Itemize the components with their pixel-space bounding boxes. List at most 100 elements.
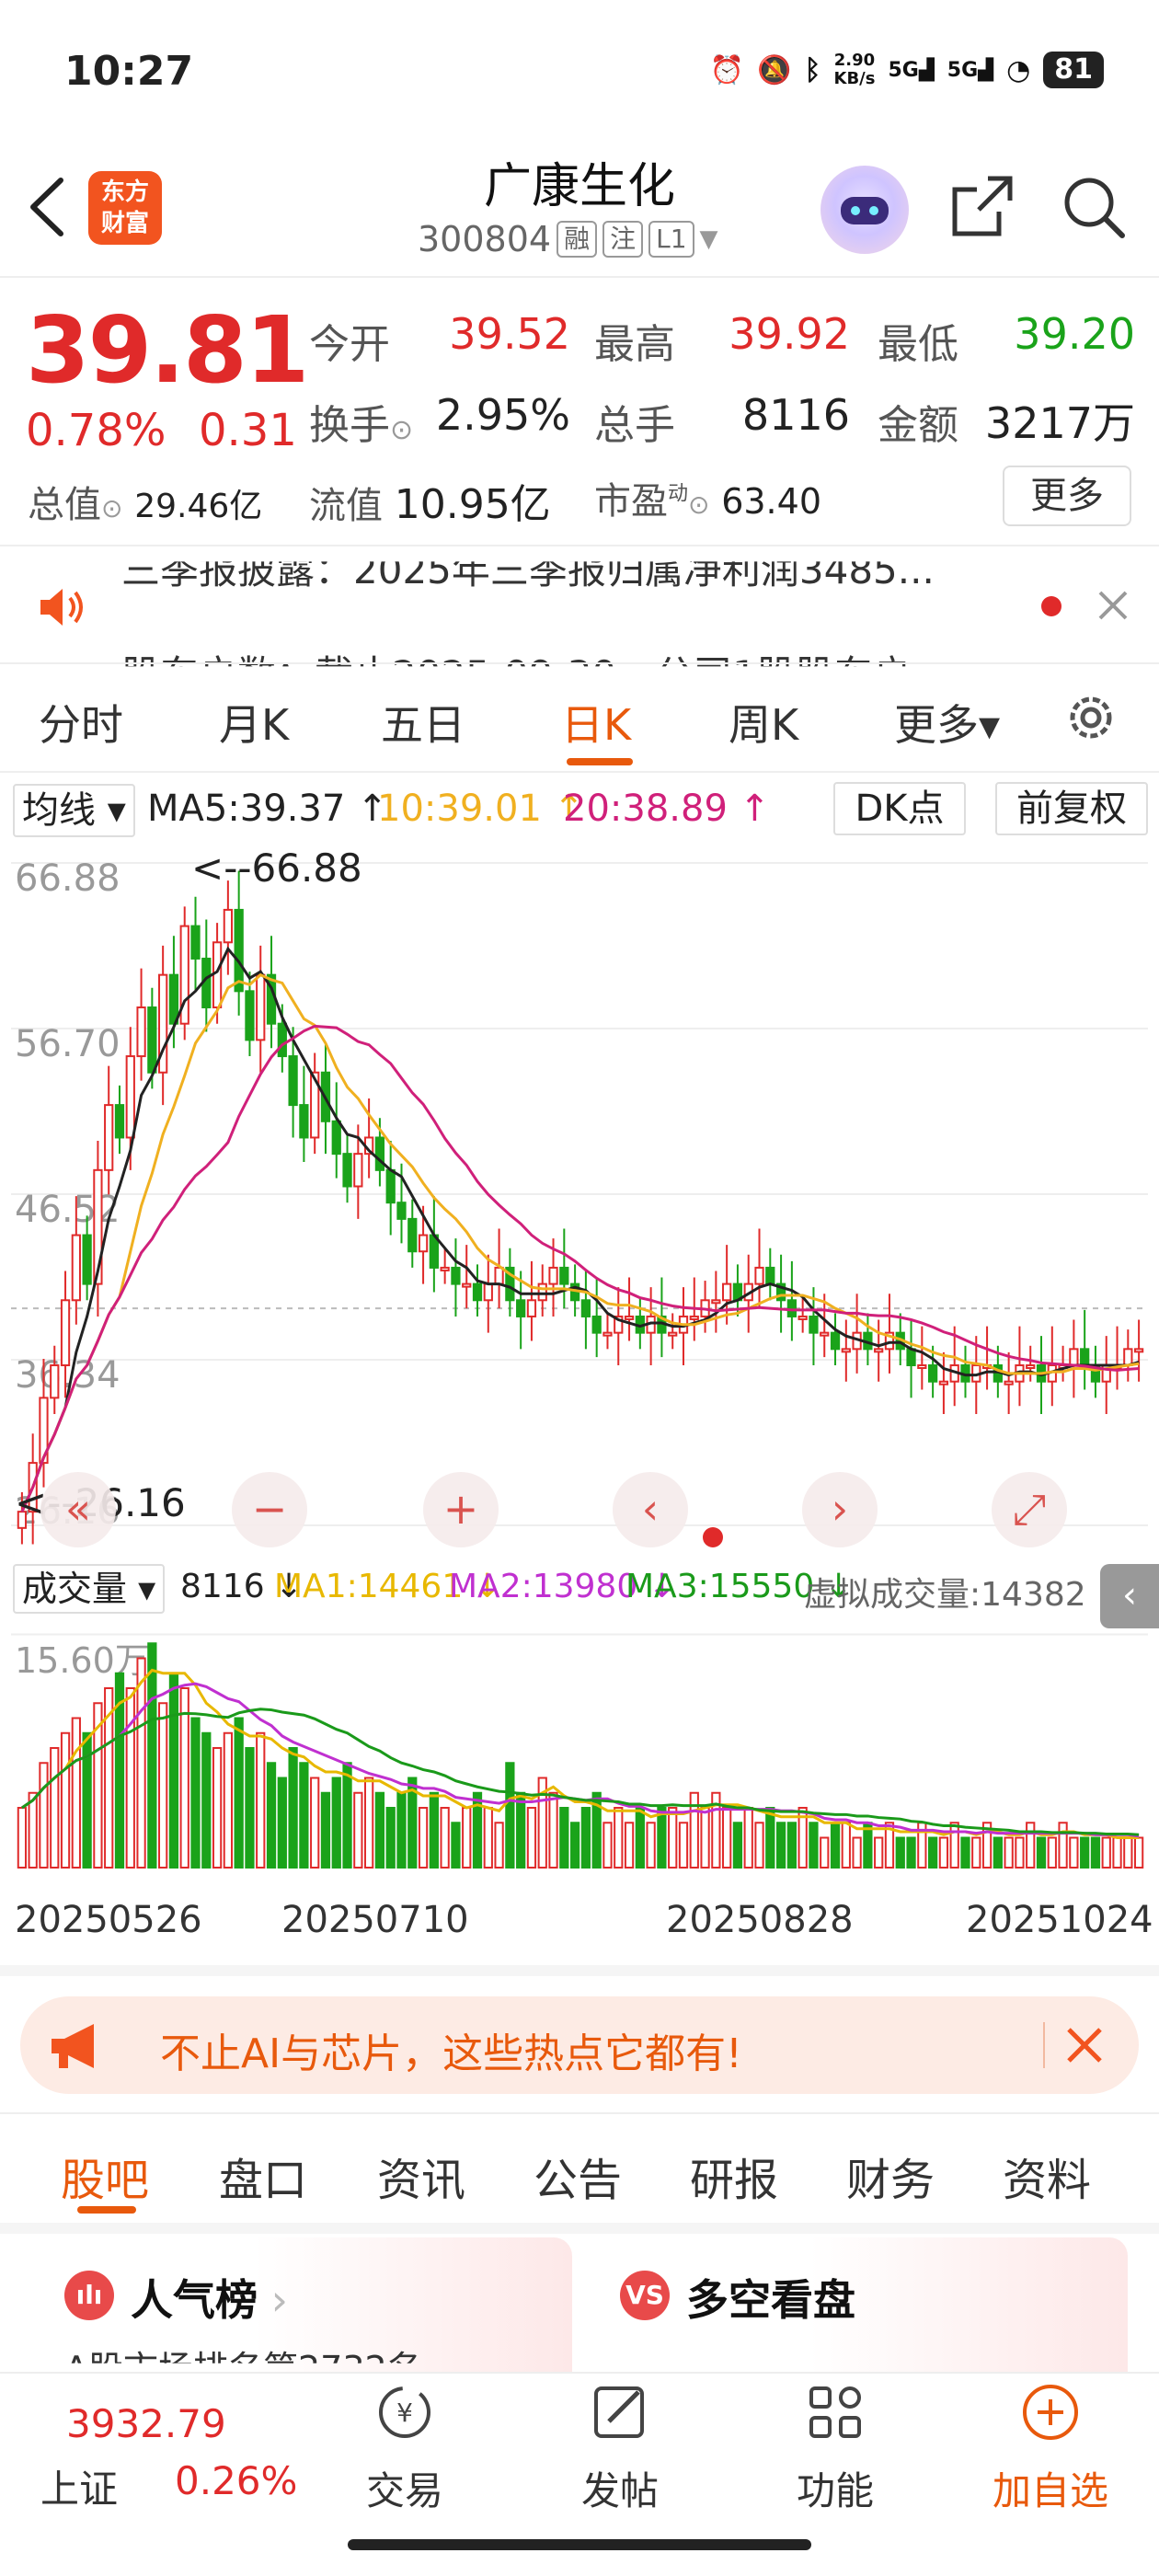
volume-bar	[190, 1717, 201, 1869]
volume-indicator-select[interactable]: 成交量 ▾	[13, 1564, 166, 1614]
volume-bar	[646, 1822, 656, 1869]
scroll-left-fast-button[interactable]: «	[40, 1472, 116, 1547]
tab-daily[interactable]: 日K	[561, 692, 631, 753]
gear-icon[interactable]	[1061, 688, 1120, 747]
candle-body	[1069, 1348, 1079, 1367]
index-percent[interactable]: 0.26%	[175, 2458, 297, 2503]
scroll-right-button[interactable]: ›	[802, 1472, 878, 1547]
adjust-select[interactable]: 前复权	[995, 782, 1148, 835]
dk-point-button[interactable]: DK点	[833, 782, 966, 835]
candle-body	[580, 1299, 591, 1317]
close-ticker-icon[interactable]	[1091, 583, 1135, 627]
bull-bear-card[interactable]	[596, 2237, 1128, 2394]
y-tick-label: 56.70	[15, 1023, 120, 1065]
zoom-in-button[interactable]: +	[423, 1472, 499, 1547]
indicator-select[interactable]: 均线 ▾	[13, 784, 135, 837]
tab-research[interactable]: 研报	[690, 2144, 778, 2208]
tab-more[interactable]: 更多▾	[894, 692, 1000, 753]
search-icon[interactable]	[1058, 171, 1128, 241]
volume-chart[interactable]: 15.60万	[11, 1619, 1148, 1886]
scroll-left-button[interactable]: ‹	[613, 1472, 688, 1547]
candle-body	[786, 1299, 798, 1317]
volume-bar	[689, 1791, 699, 1869]
tab-announcements[interactable]: 公告	[534, 2144, 622, 2208]
change-percent: 0.78%	[26, 405, 166, 456]
signal-icon-2: 5G▟	[947, 58, 994, 82]
bottom-tab-underline	[77, 2206, 136, 2214]
tab-five-day[interactable]: 五日	[381, 692, 465, 753]
close-banner-icon[interactable]	[1063, 2024, 1106, 2066]
tab-intraday[interactable]: 分时	[39, 692, 123, 753]
volume-ma1-line	[21, 1668, 1140, 1839]
candle-body	[830, 1331, 841, 1351]
volume-bar	[288, 1747, 298, 1869]
candle-body	[190, 925, 201, 960]
tab-finance[interactable]: 财务	[846, 2144, 935, 2208]
home-indicator	[348, 2539, 811, 2550]
volume-bar	[949, 1822, 959, 1869]
popularity-card[interactable]	[40, 2237, 572, 2394]
tab-news[interactable]: 资讯	[377, 2144, 465, 2208]
open-label: 今开	[309, 321, 390, 368]
volume-bar	[852, 1836, 862, 1869]
candle-body	[798, 1315, 808, 1320]
tab-pankou[interactable]: 盘口	[219, 2144, 307, 2208]
volume-bar	[1047, 1836, 1057, 1869]
volume-bar	[1123, 1836, 1133, 1869]
ai-assistant-avatar[interactable]	[820, 166, 909, 254]
volume-bar	[786, 1822, 798, 1869]
candle-body	[60, 1299, 71, 1367]
volume-bar	[320, 1791, 331, 1869]
kline-chart[interactable]: 66.8856.7046.5236.3426.16<--66.88<--26.1…	[11, 845, 1148, 1557]
app-logo[interactable]: 东方 财富	[88, 171, 162, 245]
volume-bar	[212, 1747, 223, 1869]
candle-body	[483, 1282, 493, 1302]
volume-bar	[1133, 1836, 1144, 1869]
nav-add-watchlist[interactable]: 加自选	[977, 2379, 1124, 2516]
volume-bar	[299, 1762, 309, 1869]
ticker-line-1[interactable]: 三季报披露：2025年三季报归属净利润3485...	[121, 561, 935, 595]
nav-post[interactable]: 发帖	[546, 2379, 694, 2516]
max-price-label: <--66.88	[191, 845, 362, 891]
tab-monthly[interactable]: 月K	[219, 692, 289, 753]
volume-bar	[451, 1822, 461, 1869]
tab-guba[interactable]: 股吧	[61, 2144, 149, 2208]
volume-bar	[201, 1731, 212, 1869]
candle-body	[548, 1266, 558, 1285]
volume-bar	[277, 1777, 287, 1869]
promo-text[interactable]: 不止AI与芯片，这些热点它都有!	[160, 2020, 742, 2079]
mute-icon: 🔕	[757, 53, 792, 86]
alarm-icon: ⏰	[709, 53, 745, 86]
nav-trade[interactable]: ¥ 交易	[331, 2379, 478, 2516]
tab-profile[interactable]: 资料	[1003, 2144, 1091, 2208]
fullscreen-button[interactable]: ⤢	[992, 1472, 1067, 1547]
volume-bar	[396, 1791, 407, 1869]
index-value[interactable]: 3932.79	[66, 2401, 226, 2446]
volume-bar	[732, 1822, 743, 1869]
volume-bar	[505, 1762, 515, 1869]
active-tab-underline	[567, 758, 633, 765]
index-name[interactable]: 上证	[40, 2458, 118, 2514]
chart-marker-dot	[703, 1527, 723, 1547]
candle-body	[602, 1331, 613, 1337]
bluetooth-icon: ᛒ	[804, 53, 821, 86]
volume-bar	[743, 1807, 753, 1869]
zoom-out-button[interactable]: −	[232, 1472, 307, 1547]
vs-icon: VS	[620, 2271, 670, 2320]
tab-weekly[interactable]: 周K	[729, 692, 798, 753]
candle-body	[1123, 1348, 1133, 1367]
nav-functions[interactable]: 功能	[762, 2379, 909, 2516]
volume-bar	[678, 1822, 689, 1869]
share-icon[interactable]	[947, 171, 1017, 241]
y-tick-label: 46.52	[15, 1189, 120, 1231]
more-quote-button[interactable]: 更多	[1003, 466, 1131, 526]
low-label: 最低	[878, 321, 958, 368]
candle-body	[114, 1104, 125, 1139]
candle-body	[809, 1315, 819, 1334]
stock-code-row[interactable]: 300804 融 注 L1 ▼	[418, 219, 718, 259]
volume-bar	[60, 1731, 71, 1869]
stock-name: 广康生化	[483, 159, 675, 214]
back-arrow-icon[interactable]	[26, 175, 68, 239]
candle-body	[277, 1022, 287, 1058]
volume-bar	[256, 1731, 266, 1869]
